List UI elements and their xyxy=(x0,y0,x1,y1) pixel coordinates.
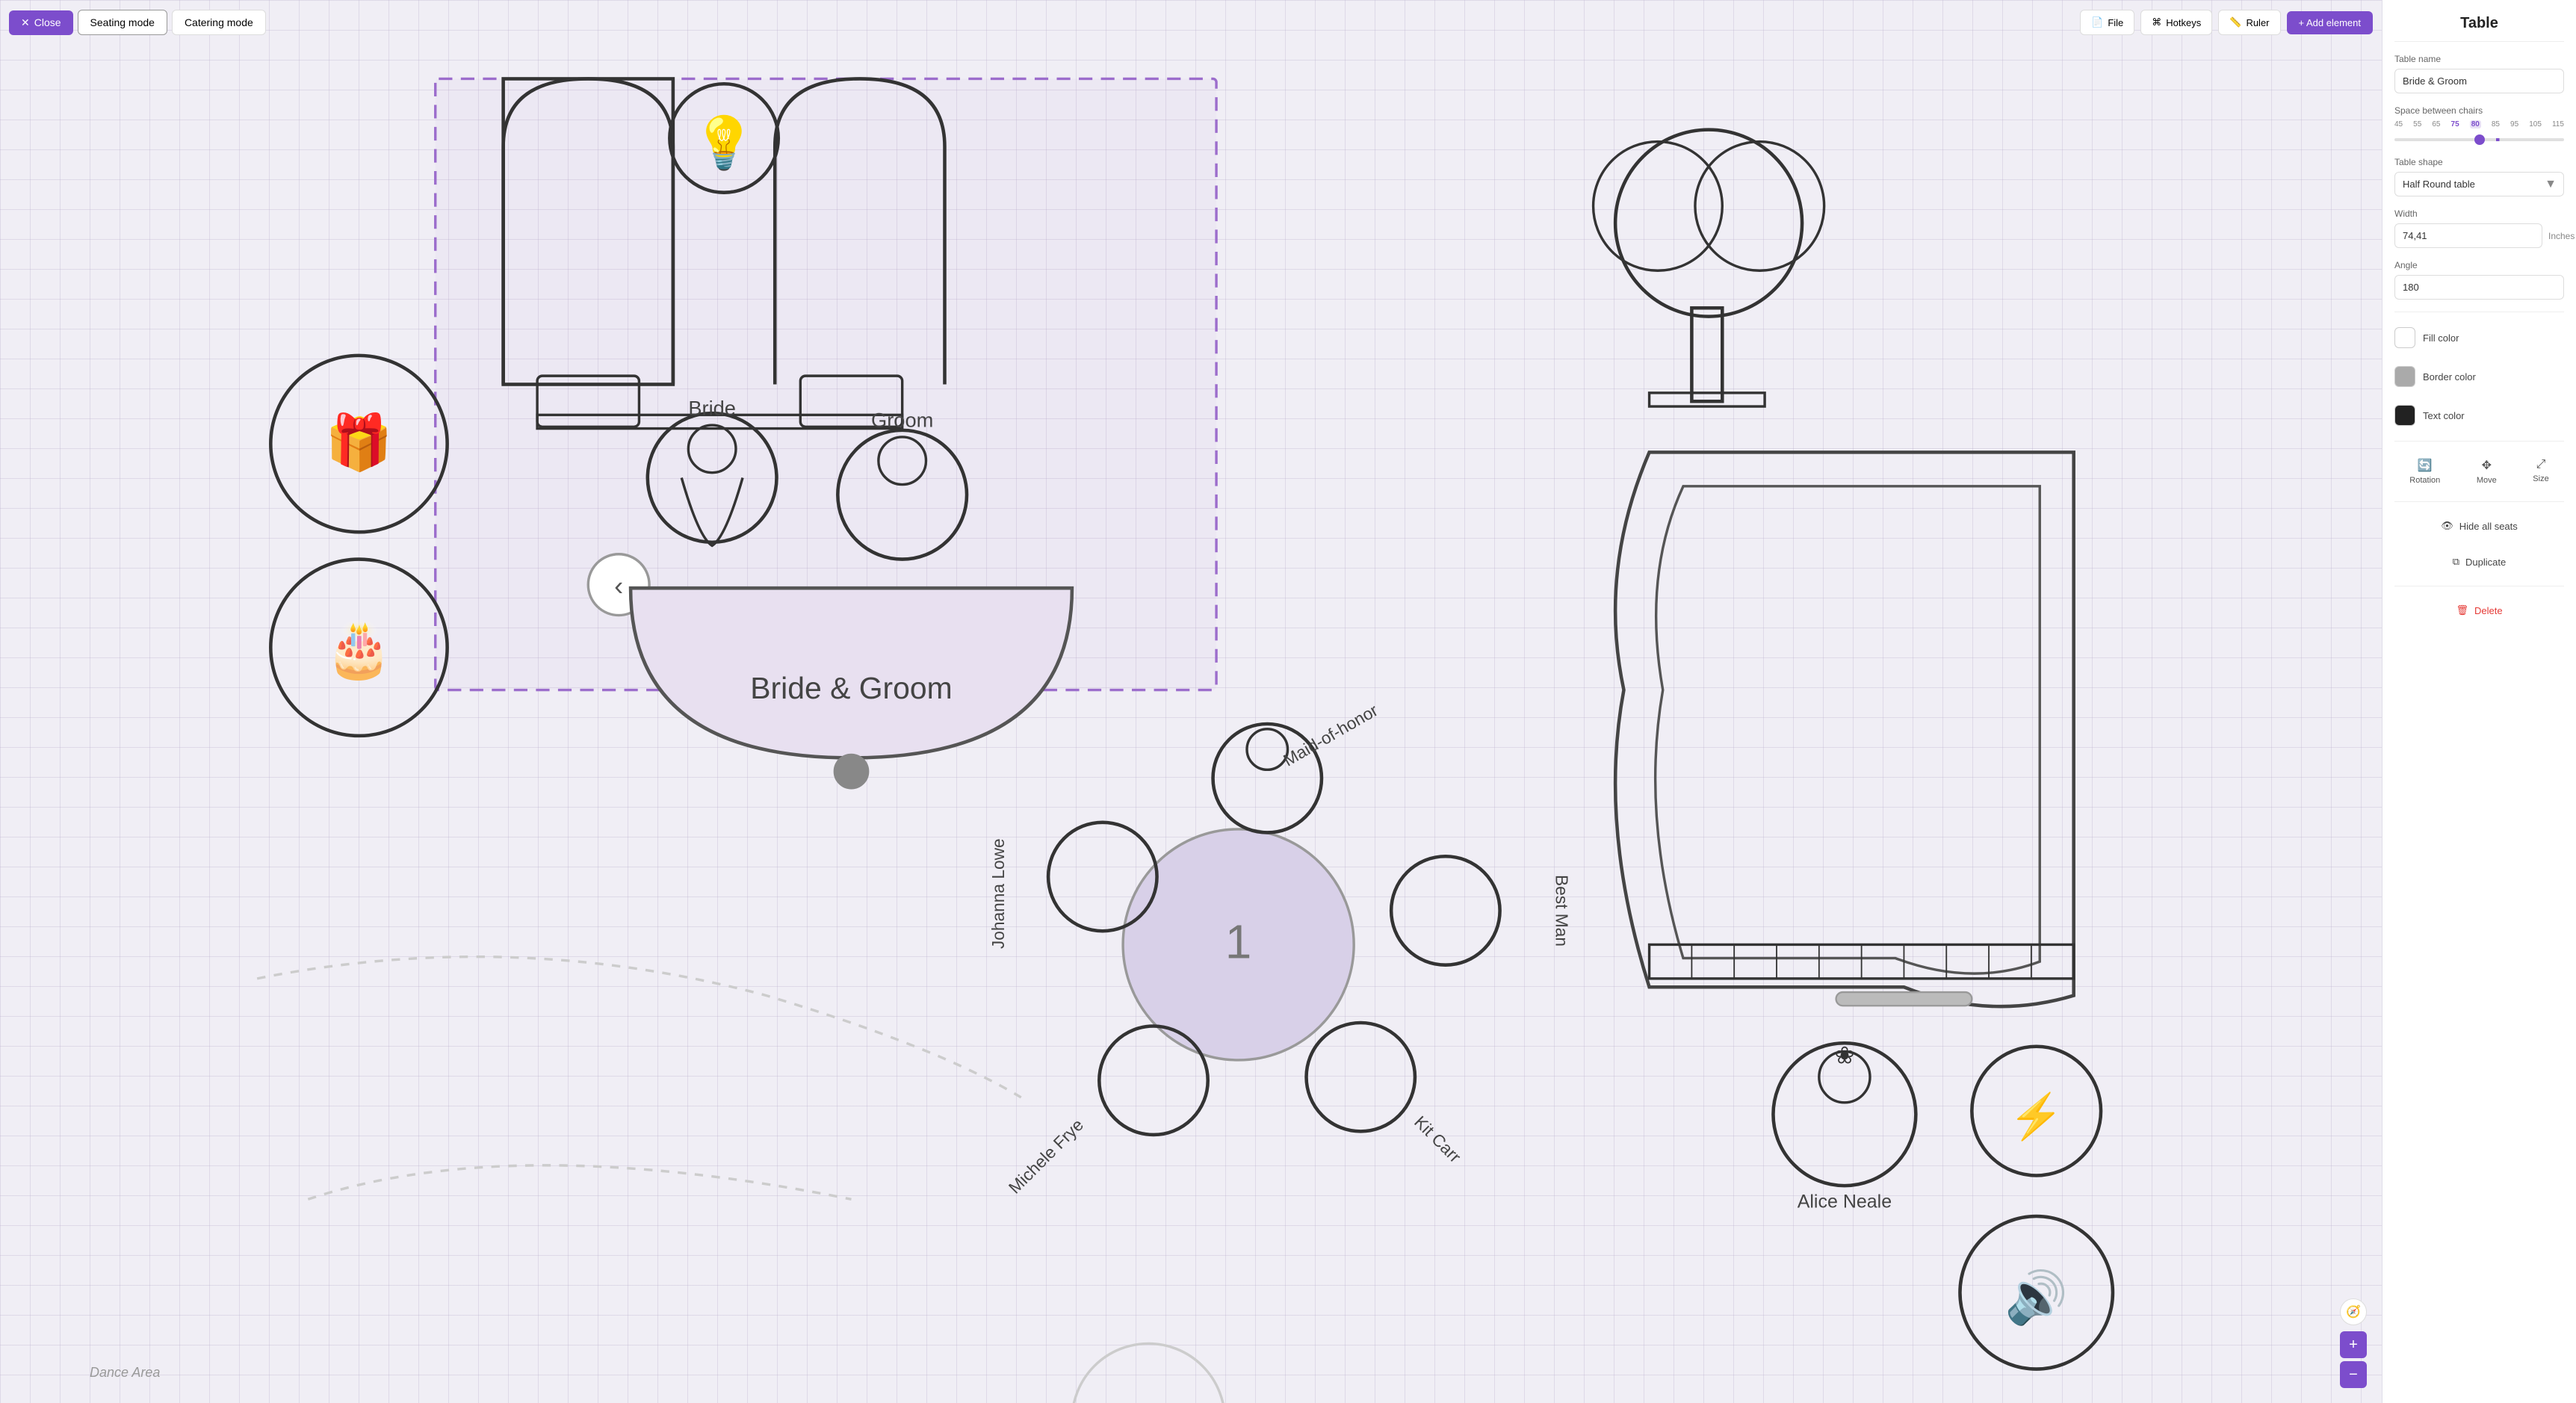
dance-curve-1 xyxy=(257,957,1021,1097)
table-shape-label: Table shape xyxy=(2394,157,2564,167)
fill-color-row: Fill color xyxy=(2394,324,2564,351)
action-buttons: 🔄 Rotation ✥ Move ⤢ Size xyxy=(2394,453,2564,489)
delete-button[interactable]: 🗑 Delete xyxy=(2394,598,2564,622)
michele-figure xyxy=(1099,1026,1207,1135)
close-icon: ✕ xyxy=(21,16,30,29)
border-color-row: Border color xyxy=(2394,363,2564,390)
best-man-label: Best Man xyxy=(1552,875,1572,947)
best-man-figure xyxy=(1391,856,1499,964)
border-color-swatch[interactable] xyxy=(2394,366,2415,387)
hotkeys-icon: ⌘ xyxy=(2152,16,2161,28)
dance-curve-2 xyxy=(308,1165,851,1199)
right-panel: Table Table name Space between chairs 45… xyxy=(2382,0,2576,1403)
zoom-out-button[interactable]: − xyxy=(2340,1361,2367,1388)
file-icon: 📄 xyxy=(2091,16,2103,28)
table-name-label: Table name xyxy=(2394,54,2564,64)
duplicate-button[interactable]: ⧉ Duplicate xyxy=(2394,550,2564,574)
lightbulb-icon: 💡 xyxy=(693,114,756,172)
move-button[interactable]: ✥ Move xyxy=(2472,453,2501,489)
add-element-button[interactable]: + Add element xyxy=(2287,11,2373,34)
zoom-controls: 🧭 + − xyxy=(2340,1298,2367,1388)
maid-head xyxy=(1247,729,1288,770)
cake-icon: 🎂 xyxy=(325,616,393,682)
angle-field: Angle xyxy=(2394,260,2564,300)
canvas-svg: 🎁 🎂 💡 Bride G xyxy=(0,45,2382,1403)
piano-inner xyxy=(1656,486,2040,973)
speaker-icon: 🔊 xyxy=(2004,1267,2068,1328)
toolbar: ✕ Close Seating mode Catering mode 📄 Fil… xyxy=(0,0,2382,45)
rotation-button[interactable]: 🔄 Rotation xyxy=(2405,453,2445,489)
dance-area-label: Dance Area xyxy=(90,1365,160,1381)
ruler-button[interactable]: 📏 Ruler xyxy=(2218,10,2280,35)
width-field: Width Inches xyxy=(2394,208,2564,248)
piano-body xyxy=(1615,452,2074,1006)
eye-icon: 👁 xyxy=(2441,520,2453,532)
size-icon: ⤢ xyxy=(2536,458,2546,471)
space-between-chairs-field: Space between chairs 45 55 65 75 80 85 9… xyxy=(2394,105,2564,145)
bride-groom-table-label: Bride & Groom xyxy=(750,671,952,705)
fill-color-swatch[interactable] xyxy=(2394,327,2415,348)
johanna-figure xyxy=(1048,823,1157,931)
fill-color-label: Fill color xyxy=(2423,332,2459,344)
slider-labels: 45 55 65 75 80 85 95 105 115 xyxy=(2394,120,2564,128)
tree-top-left xyxy=(1594,142,1723,271)
piano-pedal-bar xyxy=(1836,992,1972,1006)
duplicate-icon: ⧉ xyxy=(2453,556,2459,568)
border-color-label: Border color xyxy=(2423,371,2476,383)
table-number: 1 xyxy=(1225,916,1251,969)
text-color-swatch[interactable] xyxy=(2394,405,2415,426)
table-name-field: Table name xyxy=(2394,54,2564,93)
divider-3 xyxy=(2394,501,2564,502)
canvas: 🎁 🎂 💡 Bride G xyxy=(0,45,2382,1403)
plug-icon: ⚡ xyxy=(2009,1091,2064,1142)
table-name-input[interactable] xyxy=(2394,69,2564,93)
tree-top xyxy=(1615,130,1802,317)
tree-top-right xyxy=(1695,142,1824,271)
space-slider[interactable] xyxy=(2394,138,2564,141)
ruler-icon: 📏 xyxy=(2229,16,2241,28)
michele-label: Michele Frye xyxy=(1005,1115,1087,1197)
hide-seats-button[interactable]: 👁 Hide all seats xyxy=(2394,514,2564,538)
bottom-circle xyxy=(1072,1343,1225,1403)
alice-label: Alice Neale xyxy=(1798,1192,1892,1212)
bride-label: Bride xyxy=(688,396,736,419)
space-label: Space between chairs xyxy=(2394,105,2564,116)
trash-icon: 🗑 xyxy=(2456,604,2468,616)
rotation-icon: 🔄 xyxy=(2418,458,2433,473)
zoom-in-button[interactable]: + xyxy=(2340,1331,2367,1358)
size-button[interactable]: ⤢ Size xyxy=(2528,453,2553,489)
divider-2 xyxy=(2394,441,2564,442)
text-color-label: Text color xyxy=(2423,410,2465,421)
move-icon: ✥ xyxy=(2482,458,2492,473)
table-handle[interactable] xyxy=(835,755,868,788)
gift-icon: 🎁 xyxy=(325,412,393,473)
width-input[interactable] xyxy=(2394,223,2542,248)
alice-crown: ❀ xyxy=(1835,1042,1855,1069)
groom-label: Groom xyxy=(871,408,933,431)
table-shape-select[interactable]: Round table Rectangular table Half Round… xyxy=(2394,172,2564,196)
left-arrow-icon: ‹ xyxy=(614,570,623,601)
close-button[interactable]: ✕ Close xyxy=(9,10,73,35)
file-button[interactable]: 📄 File xyxy=(2080,10,2134,35)
tree-trunk xyxy=(1691,308,1722,401)
panel-title: Table xyxy=(2394,15,2564,42)
table-shape-select-wrapper: Round table Rectangular table Half Round… xyxy=(2394,172,2564,196)
johanna-label: Johanna Lowe xyxy=(988,838,1008,949)
catering-mode-button[interactable]: Catering mode xyxy=(172,10,266,35)
compass-button[interactable]: 🧭 xyxy=(2340,1298,2367,1325)
angle-label: Angle xyxy=(2394,260,2564,270)
maid-label: Maid-of-honor xyxy=(1280,700,1381,769)
width-row: Inches xyxy=(2394,223,2564,248)
width-label: Width xyxy=(2394,208,2564,219)
width-unit: Inches xyxy=(2548,231,2575,241)
seating-mode-button[interactable]: Seating mode xyxy=(78,10,167,35)
angle-input[interactable] xyxy=(2394,275,2564,300)
text-color-row: Text color xyxy=(2394,402,2564,429)
hotkeys-button[interactable]: ⌘ Hotkeys xyxy=(2140,10,2212,35)
kit-carr-figure xyxy=(1307,1023,1415,1131)
kit-carr-label: Kit Carr xyxy=(1411,1112,1465,1166)
table-shape-field: Table shape Round table Rectangular tabl… xyxy=(2394,157,2564,196)
